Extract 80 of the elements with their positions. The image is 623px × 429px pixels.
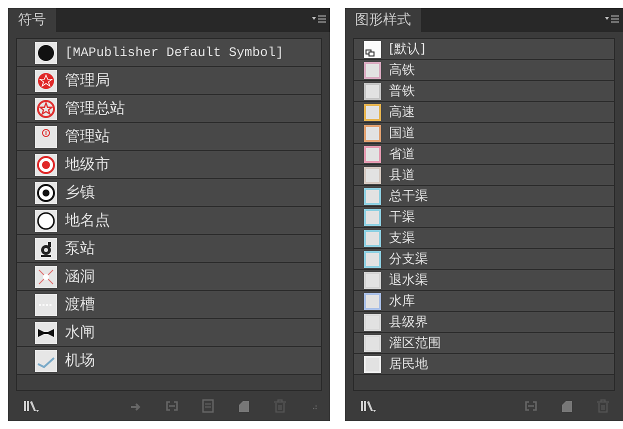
symbol-icon	[35, 126, 57, 148]
style-row[interactable]: 总干渠	[354, 186, 614, 207]
style-row[interactable]: 水库	[354, 291, 614, 312]
style-row[interactable]: [默认]	[354, 39, 614, 60]
style-row[interactable]: 普铁	[354, 81, 614, 102]
symbol-name: 地级市	[65, 155, 110, 174]
style-name: 县道	[389, 167, 415, 184]
style-row[interactable]: 灌区范围	[354, 333, 614, 354]
panel-menu-icon[interactable]	[605, 14, 619, 24]
delete-icon[interactable]	[272, 399, 288, 413]
symbol-name: 管理总站	[65, 99, 125, 118]
symbol-icon	[35, 154, 57, 176]
symbol-name: 乡镇	[65, 183, 95, 202]
style-row[interactable]: 国道	[354, 123, 614, 144]
panel-tab[interactable]: 符号	[8, 8, 56, 32]
symbol-row[interactable]: 渡槽	[17, 291, 321, 319]
style-name: 国道	[389, 125, 415, 142]
symbol-icon	[35, 182, 57, 204]
symbol-row[interactable]: 地级市	[17, 151, 321, 179]
symbol-row[interactable]: 泵站	[17, 235, 321, 263]
style-row[interactable]: 居民地	[354, 354, 614, 375]
style-row[interactable]: 支渠	[354, 228, 614, 249]
style-name: 高铁	[389, 62, 415, 79]
style-row[interactable]: 干渠	[354, 207, 614, 228]
symbol-row[interactable]: 管理站	[17, 123, 321, 151]
new-icon[interactable]	[559, 399, 575, 413]
default-style-icon	[364, 40, 381, 58]
style-name: 干渠	[389, 209, 415, 226]
symbol-icon	[35, 350, 57, 372]
symbol-row[interactable]: 机场	[17, 347, 321, 375]
style-row[interactable]: 县级界	[354, 312, 614, 333]
symbol-row[interactable]: 涵洞	[17, 263, 321, 291]
style-name: 普铁	[389, 82, 415, 100]
style-row[interactable]: 高铁	[354, 60, 614, 81]
style-row[interactable]: 退水渠	[354, 270, 614, 291]
symbol-icon	[35, 238, 57, 260]
symbol-icon	[35, 294, 57, 316]
style-name: 总干渠	[389, 188, 428, 205]
break-link-icon[interactable]	[523, 399, 539, 413]
style-name: 退水渠	[389, 272, 428, 289]
style-row[interactable]: 县道	[354, 165, 614, 186]
panel-menu-icon[interactable]	[312, 14, 326, 24]
style-row[interactable]: 高速	[354, 102, 614, 123]
symbol-name: 渡槽	[65, 295, 95, 314]
symbol-row[interactable]: [MAPublisher Default Symbol]	[17, 39, 321, 67]
symbol-row[interactable]: 管理总站	[17, 95, 321, 123]
symbol-icon	[35, 98, 57, 120]
symbol-name: 泵站	[65, 239, 95, 258]
style-name: 县级界	[389, 314, 428, 331]
symbol-name: 涵洞	[65, 267, 95, 286]
symbol-name: 管理站	[65, 127, 110, 146]
symbol-icon	[35, 70, 57, 92]
style-name: 分支渠	[389, 251, 428, 268]
options-icon[interactable]	[200, 399, 216, 413]
symbol-name: 管理局	[65, 71, 110, 90]
new-icon[interactable]	[236, 399, 252, 413]
symbol-icon	[35, 210, 57, 232]
style-row[interactable]: 分支渠	[354, 249, 614, 270]
symbol-row[interactable]: 水闸	[17, 319, 321, 347]
symbol-name: 地名点	[65, 211, 110, 230]
symbol-icon	[35, 266, 57, 288]
style-name: 居民地	[389, 356, 428, 373]
symbol-name: [MAPublisher Default Symbol]	[65, 45, 284, 60]
style-name: [默认]	[389, 41, 426, 58]
symbol-row[interactable]: 地名点	[17, 207, 321, 235]
style-row[interactable]: 省道	[354, 144, 614, 165]
delete-icon[interactable]	[595, 399, 611, 413]
style-name: 灌区范围	[389, 335, 441, 352]
panel-tab[interactable]: 图形样式	[345, 8, 421, 32]
symbol-name: 机场	[65, 351, 95, 370]
style-name: 支渠	[389, 230, 415, 247]
symbol-row[interactable]: 管理局	[17, 67, 321, 95]
symbol-name: 水闸	[65, 323, 95, 342]
break-link-icon[interactable]	[164, 399, 180, 413]
symbol-row[interactable]: 乡镇	[17, 179, 321, 207]
style-name: 水库	[389, 293, 415, 310]
style-name: 省道	[389, 146, 415, 163]
style-name: 高速	[389, 104, 415, 121]
symbol-icon	[35, 322, 57, 344]
symbol-icon	[35, 42, 57, 64]
